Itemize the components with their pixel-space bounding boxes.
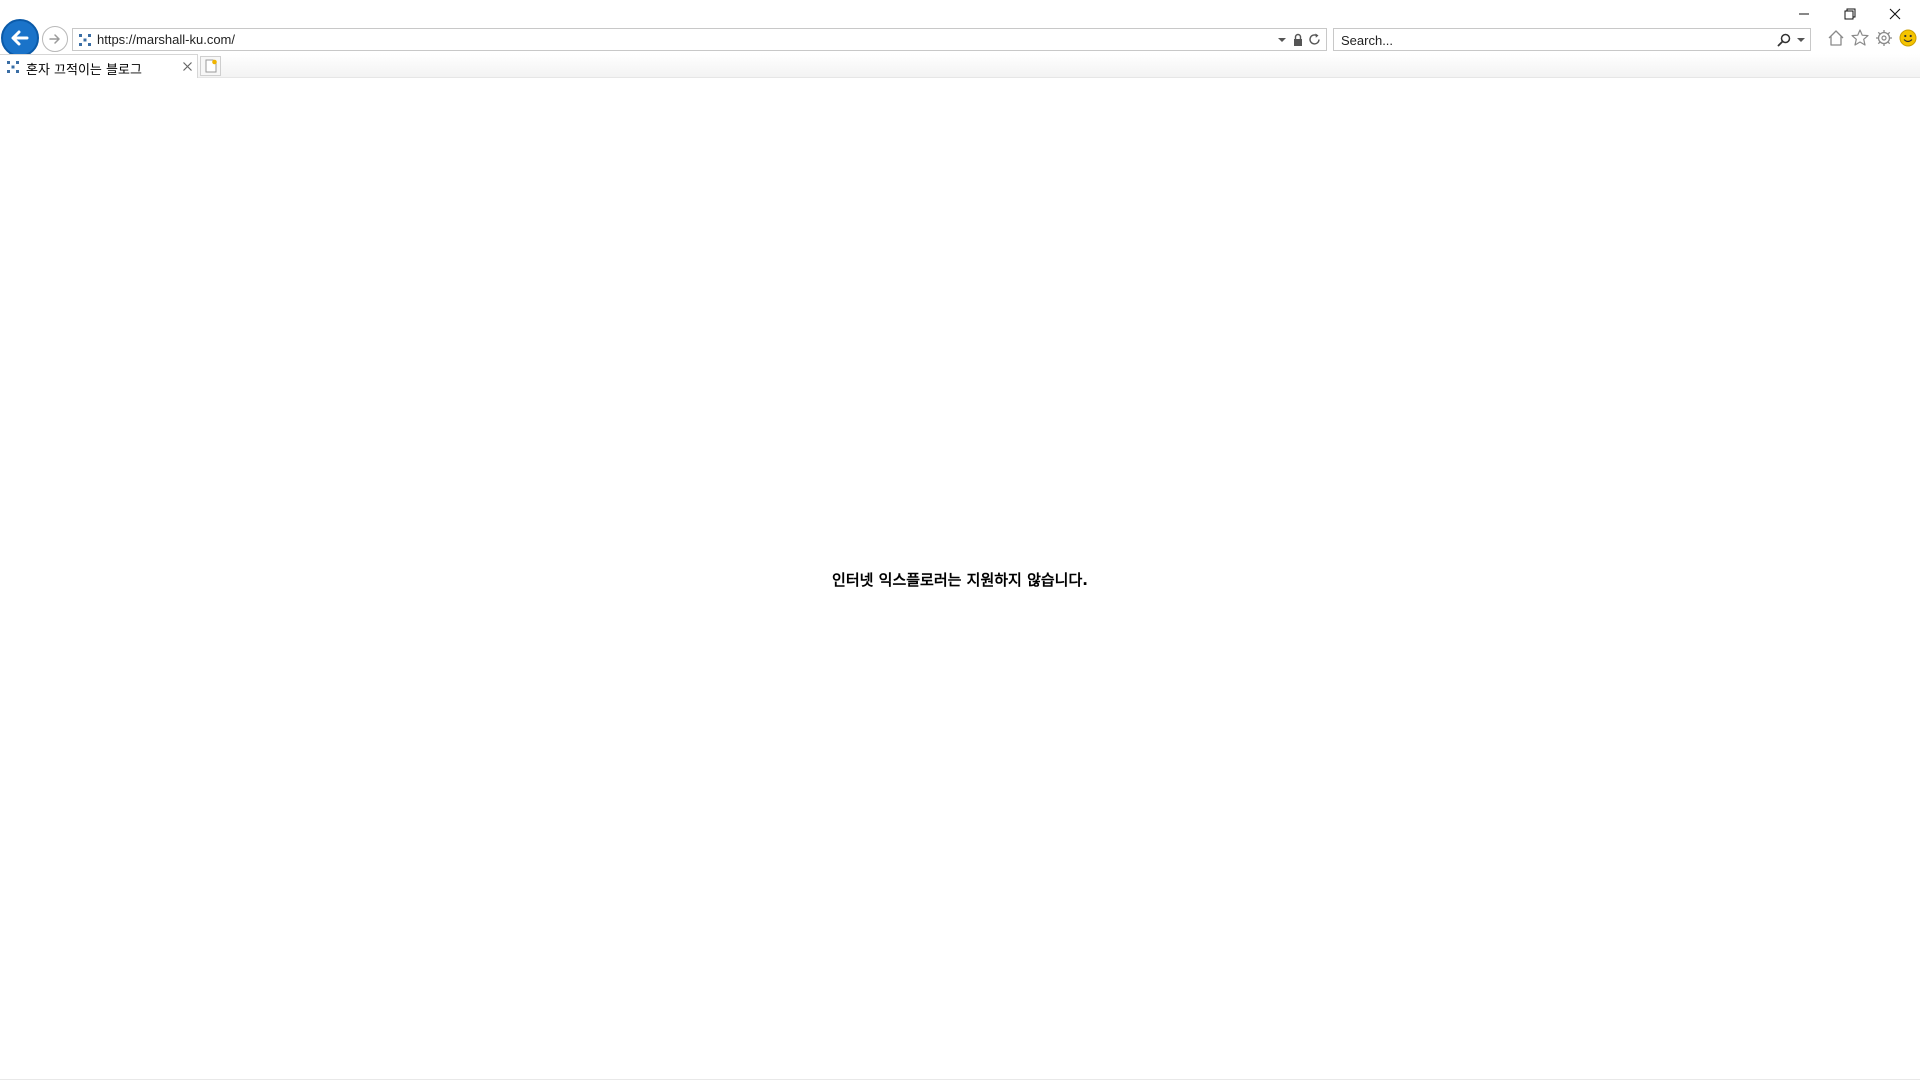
minimize-button[interactable] [1791,4,1817,24]
address-dropdown-icon[interactable] [1276,33,1288,47]
tab-active[interactable]: 혼자 끄적이는 블로그 [0,54,198,78]
search-dropdown-icon[interactable] [1796,34,1806,46]
new-tab-icon [205,59,217,73]
unsupported-browser-message: 인터넷 익스플로러는 지원하지 않습니다. [832,571,1088,589]
tab-close-icon[interactable] [182,61,193,72]
tab-favicon-icon [7,61,19,73]
new-tab-button[interactable] [200,56,221,76]
address-bar[interactable]: https://marshall-ku.com/ [72,28,1327,51]
feedback-smiley-icon[interactable] [1898,28,1918,48]
minimize-icon [1799,13,1809,15]
close-window-button[interactable] [1882,4,1908,24]
back-button[interactable] [1,19,39,57]
home-icon[interactable] [1826,28,1846,48]
browser-toolbar: https://marshall-ku.com/ Search... [0,0,1920,57]
back-arrow-icon [11,30,29,46]
lock-icon[interactable] [1292,33,1304,47]
page-content: 인터넷 익스플로러는 지원하지 않습니다. [0,78,1920,1080]
forward-button[interactable] [42,26,68,52]
close-icon [1889,8,1901,20]
settings-gear-icon[interactable] [1874,28,1894,48]
refresh-icon[interactable] [1307,32,1322,47]
browser-window: https://marshall-ku.com/ Search... 혼자 끄적… [0,0,1920,1080]
tab-title: 혼자 끄적이는 블로그 [26,63,142,78]
forward-arrow-icon [49,34,60,44]
address-url[interactable]: https://marshall-ku.com/ [97,32,235,47]
restore-icon [1844,8,1856,20]
restore-button[interactable] [1837,4,1863,24]
site-favicon-icon [79,34,91,46]
search-input[interactable]: Search... [1341,33,1393,48]
search-icon[interactable] [1776,32,1792,48]
search-box[interactable]: Search... [1333,28,1811,51]
tab-strip: 혼자 끄적이는 블로그 [0,54,1920,78]
favorites-star-icon[interactable] [1850,28,1870,48]
